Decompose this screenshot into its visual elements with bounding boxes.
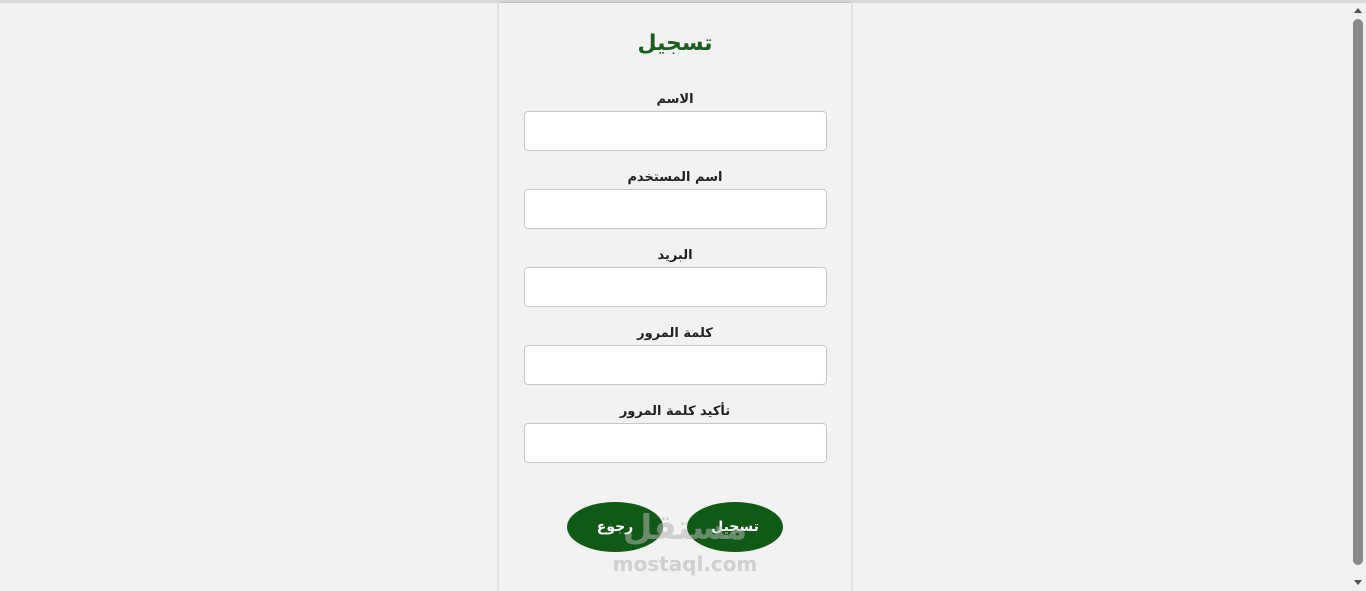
caret-up-icon [1354, 7, 1362, 13]
register-form-card: تسجيل الاسم اسم المستخدم البريد كلمة الم… [499, 3, 851, 591]
password-label: كلمة المرور [637, 326, 713, 341]
username-input[interactable] [524, 189, 827, 229]
scroll-down-arrow[interactable] [1350, 575, 1366, 589]
caret-down-icon [1354, 579, 1362, 585]
confirm-password-input[interactable] [524, 423, 827, 463]
scroll-thumb[interactable] [1353, 19, 1363, 565]
name-label: الاسم [656, 92, 694, 107]
username-label: اسم المستخدم [627, 170, 723, 185]
email-label: البريد [657, 248, 693, 263]
confirm-password-field-group: تأكيد كلمة المرور [523, 403, 827, 463]
register-button[interactable]: تسجيل [687, 502, 783, 552]
username-field-group: اسم المستخدم [523, 169, 827, 229]
confirm-password-label: تأكيد كلمة المرور [619, 404, 731, 419]
form-title: تسجيل [637, 31, 713, 56]
email-field-group: البريد [523, 247, 827, 307]
scroll-up-arrow[interactable] [1350, 3, 1366, 17]
password-field-group: كلمة المرور [523, 325, 827, 385]
password-input[interactable] [524, 345, 827, 385]
name-input[interactable] [524, 111, 827, 151]
page-background: تسجيل الاسم اسم المستخدم البريد كلمة الم… [0, 3, 1350, 591]
vertical-scrollbar[interactable] [1350, 3, 1366, 591]
name-field-group: الاسم [523, 91, 827, 151]
back-button[interactable]: رجوع [567, 502, 663, 552]
email-input[interactable] [524, 267, 827, 307]
